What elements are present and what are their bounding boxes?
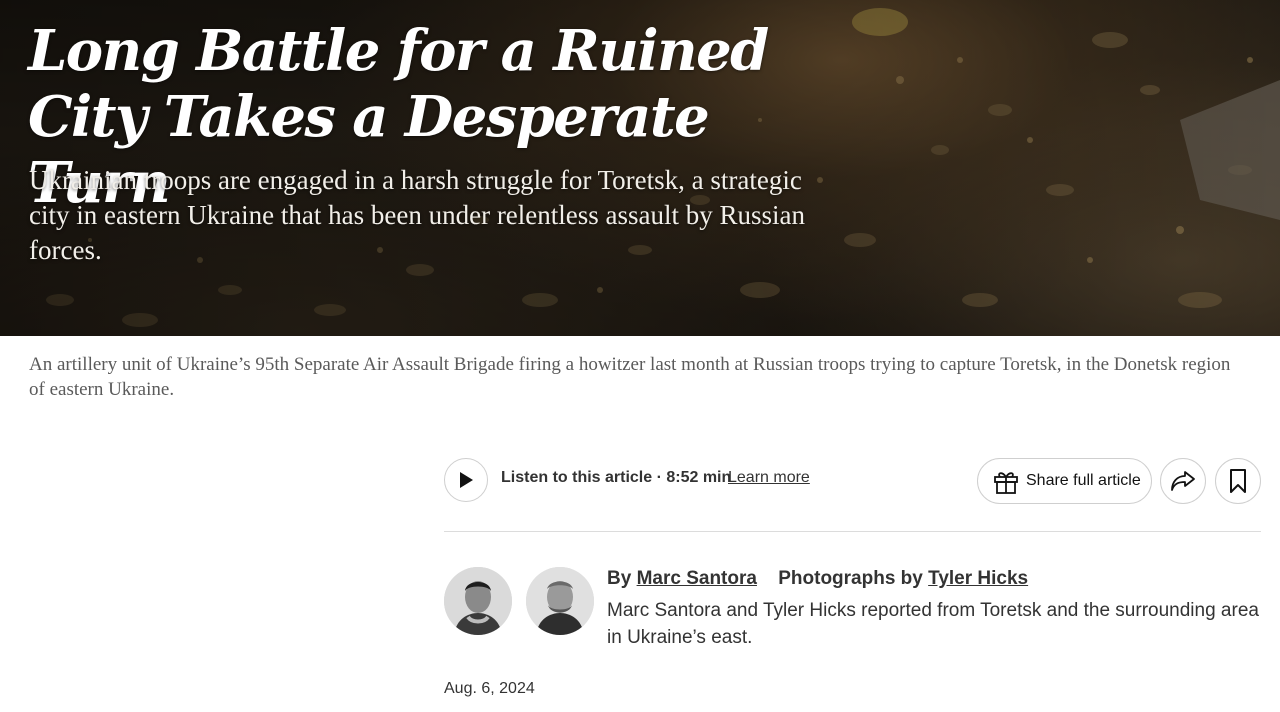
photographer-link[interactable]: Tyler Hicks bbox=[928, 568, 1028, 589]
play-icon bbox=[460, 472, 473, 488]
listen-duration-label: Listen to this article · 8:52 min bbox=[501, 469, 732, 486]
reporting-note: Marc Santora and Tyler Hicks reported fr… bbox=[607, 600, 1259, 648]
dek-summary: Ukrainian troops are engaged in a harsh … bbox=[29, 165, 806, 265]
author-portrait bbox=[444, 567, 512, 635]
listen-play-button[interactable] bbox=[444, 458, 488, 502]
photos-prefix: Photographs by bbox=[778, 568, 923, 589]
bookmark-icon bbox=[1230, 469, 1246, 493]
learn-more-link[interactable]: Learn more bbox=[728, 469, 810, 487]
share-button[interactable] bbox=[1160, 458, 1206, 504]
author-link[interactable]: Marc Santora bbox=[637, 568, 757, 589]
author-avatar[interactable] bbox=[444, 567, 512, 635]
gift-icon bbox=[994, 472, 1018, 494]
photographer-avatar[interactable] bbox=[526, 567, 594, 635]
share-arrow-icon bbox=[1171, 471, 1195, 491]
save-bookmark-button[interactable] bbox=[1215, 458, 1261, 504]
headline-line-1: Long Battle for a Ruined bbox=[28, 18, 769, 84]
byline-prefix: By bbox=[607, 568, 632, 589]
toolbar-divider bbox=[444, 531, 1261, 532]
publish-date: Aug. 6, 2024 bbox=[444, 680, 535, 697]
hero-image: Long Battle for a Ruined City Takes a De… bbox=[0, 0, 1280, 336]
photo-caption: An artillery unit of Ukraine’s 95th Sepa… bbox=[29, 354, 1231, 400]
share-full-article-button[interactable]: Share full article bbox=[977, 458, 1152, 504]
share-full-article-label: Share full article bbox=[1026, 472, 1141, 489]
byline: By Marc Santora Photographs by Tyler Hic… bbox=[607, 568, 1028, 590]
photographer-portrait bbox=[526, 567, 594, 635]
